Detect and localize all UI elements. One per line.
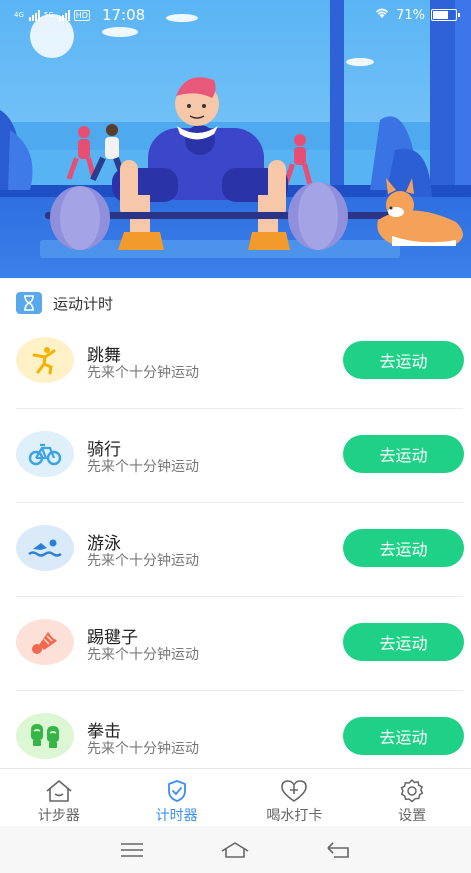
activity-subtitle: 先来个十分钟运动 — [87, 647, 199, 663]
swimming-icon — [16, 525, 74, 571]
boxing-gloves-icon — [16, 713, 74, 759]
hd-badge: HD — [73, 9, 90, 21]
status-left: 4G 5G HD 17:08 — [14, 6, 145, 24]
network-label-1: 4G — [14, 11, 24, 19]
status-right: 71% — [374, 7, 460, 23]
home-nav-icon[interactable] — [215, 835, 255, 865]
signal-icon — [28, 9, 40, 21]
activity-subtitle: 先来个十分钟运动 — [87, 365, 199, 381]
list-item: 跳舞 先来个十分钟运动 去运动 — [0, 315, 471, 409]
activity-subtitle: 先来个十分钟运动 — [87, 553, 199, 569]
signal-icon-2 — [58, 9, 70, 21]
battery-percent: 71% — [396, 7, 425, 23]
network-label-2: 5G — [43, 11, 54, 19]
home-icon — [44, 778, 74, 804]
wifi-icon — [374, 7, 390, 23]
bicycle-icon — [16, 431, 74, 477]
tab-timer[interactable]: 计时器 — [118, 769, 236, 826]
status-time: 17:08 — [101, 6, 146, 24]
go-exercise-button[interactable]: 去运动 — [343, 717, 464, 755]
go-exercise-button[interactable]: 去运动 — [343, 623, 464, 661]
bottom-tab-bar: 计步器 计时器 喝水打卡 设置 — [0, 768, 471, 826]
status-bar: 4G 5G HD 17:08 71% — [0, 0, 471, 30]
tab-label: 喝水打卡 — [266, 808, 323, 824]
go-exercise-button[interactable]: 去运动 — [343, 341, 464, 379]
dance-icon — [16, 337, 74, 383]
list-item: 踢毽子 先来个十分钟运动 去运动 — [0, 597, 471, 691]
list-item: 骑行 先来个十分钟运动 去运动 — [0, 409, 471, 503]
tab-label: 计时器 — [155, 808, 198, 824]
section-title: 运动计时 — [53, 294, 114, 313]
back-icon[interactable] — [319, 835, 359, 865]
hourglass-icon — [16, 292, 42, 314]
tab-label: 计步器 — [37, 808, 80, 824]
gear-icon — [397, 778, 427, 804]
tab-label: 设置 — [398, 808, 427, 824]
go-exercise-button[interactable]: 去运动 — [343, 435, 464, 473]
heart-plus-icon — [279, 778, 309, 804]
activity-list: 跳舞 先来个十分钟运动 去运动 骑行 先来个十分钟运动 去运动 游泳 先来个十分… — [0, 315, 471, 785]
system-nav-bar — [0, 826, 471, 873]
go-exercise-button[interactable]: 去运动 — [343, 529, 464, 567]
timer-check-icon — [162, 778, 192, 804]
fitness-banner-illustration — [0, 0, 471, 278]
activity-subtitle: 先来个十分钟运动 — [87, 741, 199, 757]
menu-icon[interactable] — [112, 835, 152, 865]
battery-icon — [431, 9, 460, 21]
section-header: 运动计时 — [16, 291, 113, 315]
list-item: 游泳 先来个十分钟运动 去运动 — [0, 503, 471, 597]
hero-banner — [0, 0, 471, 278]
tab-settings[interactable]: 设置 — [353, 769, 471, 826]
tab-pedometer[interactable]: 计步器 — [0, 769, 118, 826]
activity-subtitle: 先来个十分钟运动 — [87, 459, 199, 475]
tab-water-checkin[interactable]: 喝水打卡 — [236, 769, 354, 826]
shuttlecock-icon — [16, 619, 74, 665]
